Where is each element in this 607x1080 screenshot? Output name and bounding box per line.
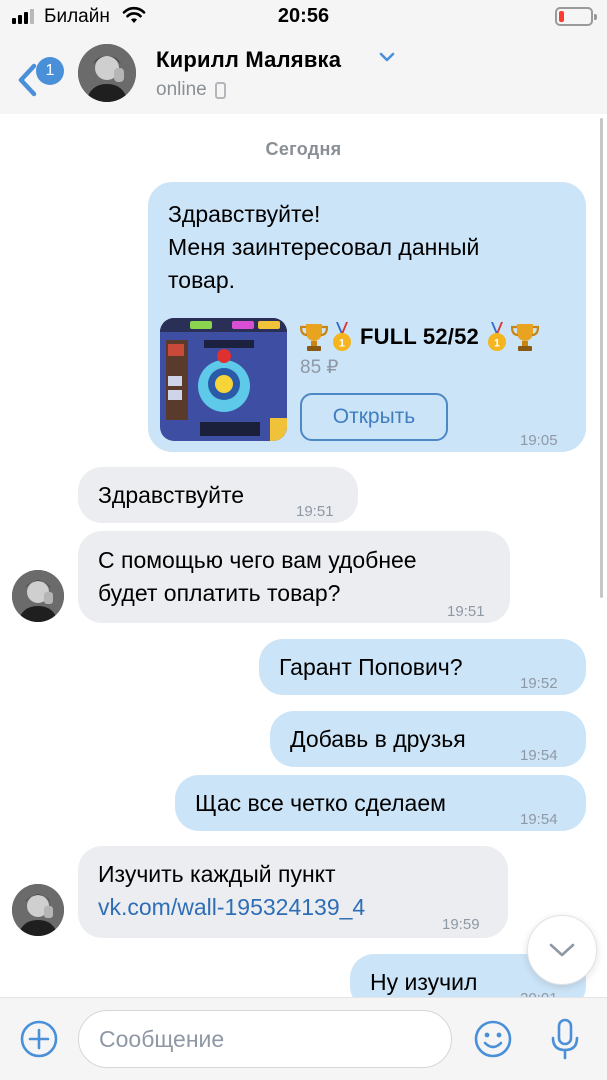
gold-medal-icon: 1	[487, 322, 506, 351]
status-bar: Билайн 20:56	[0, 0, 607, 34]
microphone-icon	[551, 1018, 579, 1060]
message-text: С помощью чего вам удобнее будет оплатит…	[98, 547, 417, 606]
message-text: Гарант Попович?	[279, 654, 463, 680]
message-text: Ну изучил	[370, 969, 478, 995]
voice-button[interactable]	[542, 1014, 588, 1064]
chat-title[interactable]: Кирилл Малявка	[156, 47, 341, 73]
chevron-down-icon	[549, 943, 575, 957]
message-time: 20:01	[520, 982, 558, 997]
attach-plus-icon	[20, 1020, 58, 1058]
date-separator: Сегодня	[265, 139, 342, 159]
message-bubble-incoming[interactable]: С помощью чего вам удобнее будет оплатит…	[78, 531, 510, 623]
trophy-icon	[510, 324, 539, 351]
message-bubble-outgoing[interactable]: Добавь в друзья 19:54	[270, 711, 586, 767]
svg-text:1: 1	[339, 338, 345, 350]
attach-button[interactable]	[16, 1016, 62, 1062]
avatar[interactable]	[12, 884, 64, 936]
message-bubble-incoming[interactable]: Изучить каждый пункт vk.com/wall-1953241…	[78, 846, 508, 938]
message-bubble-outgoing[interactable]: Гарант Попович? 19:52	[259, 639, 586, 695]
message-text: Добавь в друзья	[290, 726, 466, 752]
message-bubble-incoming[interactable]: Здравствуйте 19:51	[78, 467, 358, 523]
unread-badge: 1	[36, 57, 64, 85]
message-time: 19:59	[442, 916, 480, 933]
message-time: 19:52	[520, 675, 558, 692]
trophy-icon	[300, 324, 328, 351]
message-text: Здравствуйте	[98, 482, 245, 508]
message-time: 19:51	[296, 503, 334, 520]
message-time: 19:54	[520, 811, 558, 828]
message-clip: Ну изучил 20:01	[0, 940, 607, 997]
message-text: Здравствуйте! Меня заинтересовал данный …	[168, 201, 480, 293]
battery-low-icon	[555, 7, 597, 26]
product-title-text: FULL 52/52	[360, 324, 479, 349]
chevron-down-icon[interactable]	[378, 50, 396, 64]
message-bubble-outgoing[interactable]: Щас все четко сделаем 19:54	[175, 775, 586, 831]
mobile-phone-icon	[214, 81, 226, 99]
message-time: 19:05	[520, 432, 558, 449]
avatar[interactable]	[78, 44, 136, 102]
status-time: 20:56	[277, 5, 330, 27]
avatar[interactable]	[12, 570, 64, 622]
message-text: Щас все четко сделаем	[195, 790, 446, 816]
product-thumbnail[interactable]	[160, 318, 287, 441]
emoji-smile-icon	[474, 1020, 512, 1058]
gold-medal-icon: 1	[333, 322, 351, 351]
chat-header: 1 Кирилл Малявка online	[0, 34, 607, 114]
scroll-down-button[interactable]	[527, 915, 597, 985]
emoji-button[interactable]	[470, 1016, 516, 1062]
product-title[interactable]: 1 FULL 52/52 1	[300, 322, 539, 352]
presence-label: online	[156, 79, 207, 100]
product-price: 85 ₽	[300, 357, 339, 378]
message-time: 19:51	[447, 603, 485, 620]
message-text: Изучить каждый пункт vk.com/wall-1953241…	[98, 858, 365, 924]
message-input[interactable]	[78, 1010, 452, 1068]
scrollbar[interactable]	[600, 118, 603, 598]
open-product-button[interactable]: Открыть	[300, 393, 448, 441]
message-time: 19:54	[520, 747, 558, 764]
svg-text:1: 1	[494, 338, 500, 350]
wall-link[interactable]: vk.com/wall-195324139_4	[98, 891, 365, 924]
presence-status: online	[156, 79, 226, 101]
back-button[interactable]: 1	[10, 44, 66, 100]
message-composer	[0, 997, 607, 1080]
